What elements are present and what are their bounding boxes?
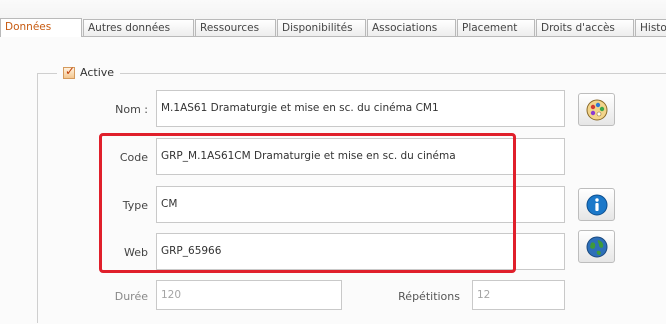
duree-field[interactable]: 120 bbox=[156, 280, 342, 310]
palette-icon bbox=[586, 99, 608, 121]
duree-label: Durée bbox=[114, 290, 148, 303]
nom-label: Nom : bbox=[115, 103, 148, 116]
info-icon bbox=[586, 194, 608, 216]
tab-ressources[interactable]: Ressources bbox=[195, 19, 276, 37]
active-checkbox[interactable]: ✓ bbox=[63, 64, 75, 79]
highlight-box bbox=[99, 133, 516, 273]
nom-field[interactable]: M.1AS61 Dramaturgie et mise en sc. du ci… bbox=[156, 90, 565, 127]
group-border-right-top bbox=[120, 73, 666, 74]
tab-disponibilites[interactable]: Disponibilités bbox=[277, 19, 366, 37]
nom-color-button[interactable] bbox=[578, 93, 615, 126]
tab-associations[interactable]: Associations bbox=[367, 19, 456, 37]
tab-donnees[interactable]: Données bbox=[0, 18, 82, 37]
repetitions-label: Répétitions bbox=[398, 290, 460, 303]
tab-bar: Données Autres données Ressources Dispon… bbox=[0, 0, 666, 37]
web-globe-button[interactable] bbox=[578, 230, 615, 263]
tab-histo[interactable]: Histo bbox=[635, 19, 666, 37]
group-border-left bbox=[37, 73, 38, 323]
globe-icon bbox=[586, 236, 608, 258]
active-label: Active bbox=[80, 66, 115, 79]
tab-droits-acces[interactable]: Droits d'accès bbox=[536, 19, 634, 37]
tab-autres-donnees[interactable]: Autres données bbox=[83, 19, 194, 37]
group-border-left-top bbox=[37, 73, 57, 74]
type-info-button[interactable] bbox=[578, 188, 615, 221]
tab-placement[interactable]: Placement bbox=[457, 19, 535, 37]
repetitions-field[interactable]: 12 bbox=[472, 280, 565, 310]
